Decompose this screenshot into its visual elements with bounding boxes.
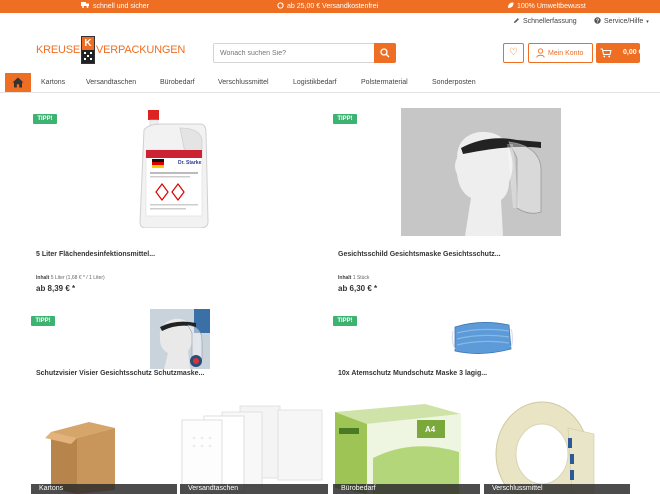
topbar-item-freeshipping: ab 25,00 € Versandkostenfrei: [277, 2, 378, 11]
product-title[interactable]: Gesichtsschild Gesichtsmaske Gesichtssch…: [338, 251, 501, 258]
search-button[interactable]: [374, 43, 396, 63]
tape-image: [495, 401, 595, 494]
category-tile-buerobedarf[interactable]: A4 Bürobedarf: [333, 398, 480, 494]
paper-box-image: A4: [335, 404, 461, 494]
category-label: Kartons: [31, 484, 177, 494]
nav-item-logistikbedarf[interactable]: Logistikbedarf: [293, 79, 337, 86]
tipp-badge: TIPP!: [33, 114, 57, 124]
nav-item-sonderposten[interactable]: Sonderposten: [432, 79, 476, 86]
content-label: Inhalt: [36, 275, 50, 281]
logo[interactable]: KREUSER K VERPACKUNGEN: [36, 36, 185, 68]
heart-icon: ♡: [509, 47, 518, 58]
topbar-text-shipping: schnell und sicher: [93, 2, 150, 10]
cart-button[interactable]: 0,00 € *: [596, 43, 647, 63]
envelope-image: [181, 405, 323, 494]
quick-order-link[interactable]: Schnellerfassung: [513, 17, 577, 26]
refresh-icon: [277, 2, 284, 11]
content-value: 5 Liter (1,68 € * / 1 Liter): [50, 275, 105, 281]
product-image-disinfectant[interactable]: Dr. Starke: [138, 110, 210, 229]
nav-item-polstermaterial[interactable]: Polstermaterial: [361, 79, 408, 86]
cart-icon: [600, 48, 612, 60]
search-box: [213, 43, 396, 63]
logo-text-left: KREUSER: [36, 44, 88, 56]
service-help-label: Service/Hilfe: [604, 18, 644, 25]
wishlist-button[interactable]: ♡: [503, 43, 524, 63]
topbar-text-eco: 100% Umweltbewusst: [517, 3, 586, 10]
product-title[interactable]: Schutzvisier Visier Gesichtsschutz Schut…: [36, 370, 204, 377]
tipp-badge: TIPP!: [31, 316, 55, 326]
nav-item-buerobedarf[interactable]: Bürobedarf: [160, 79, 195, 86]
logo-text-right: VERPACKUNGEN: [96, 44, 186, 56]
svg-text:A4: A4: [425, 425, 436, 434]
user-icon: [536, 48, 545, 60]
topbar-item-eco: 100% Umweltbewusst: [507, 2, 586, 11]
pencil-icon: [513, 17, 520, 26]
product-label-text: Dr. Starke: [178, 160, 202, 166]
tipp-badge: TIPP!: [333, 114, 357, 124]
top-info-bar: schnell und sicher ab 25,00 € Versandkos…: [0, 0, 660, 13]
tipp-badge: TIPP!: [333, 316, 357, 326]
account-label: Mein Konto: [548, 50, 584, 57]
content-label: Inhalt: [338, 275, 352, 281]
quick-order-label: Schnellerfassung: [523, 18, 577, 25]
box-image: [45, 422, 115, 494]
category-label: Bürobedarf: [333, 484, 480, 494]
product-image-masks[interactable]: [451, 313, 514, 361]
logo-k: K: [82, 37, 94, 50]
cart-total: 0,00 € *: [623, 49, 648, 56]
product-title[interactable]: 10x Atemschutz Mundschutz Maske 3 lagig.…: [338, 370, 487, 377]
product-content: Inhalt 1 Stück: [338, 275, 369, 281]
category-label: Versandtaschen: [180, 484, 328, 494]
logo-mark: K: [81, 36, 95, 64]
product-image-face-shield[interactable]: [401, 108, 561, 236]
category-tile-versandtaschen[interactable]: Versandtaschen: [180, 398, 328, 494]
product-content: Inhalt 5 Liter (1,68 € * / 1 Liter): [36, 275, 105, 281]
account-button[interactable]: Mein Konto: [528, 43, 593, 63]
home-button[interactable]: [5, 73, 31, 92]
category-tile-kartons[interactable]: Kartons: [31, 398, 177, 494]
category-label: Verschlussmittel: [484, 484, 630, 494]
help-icon: ?: [594, 17, 601, 26]
search-input[interactable]: [214, 44, 374, 62]
truck-icon: [81, 2, 90, 10]
product-title[interactable]: 5 Liter Flächendesinfektionsmittel...: [36, 251, 155, 258]
product-image-visor[interactable]: [150, 309, 210, 369]
topbar-item-shipping: schnell und sicher: [81, 2, 149, 10]
product-price: ab 6,30 € *: [338, 284, 378, 293]
logo-dice: [82, 50, 94, 63]
service-help-menu[interactable]: ? Service/Hilfe ▾: [594, 17, 649, 26]
category-tile-verschlussmittel[interactable]: Verschlussmittel: [484, 398, 630, 494]
nav-item-versandtaschen[interactable]: Versandtaschen: [86, 79, 136, 86]
content-value: 1 Stück: [352, 275, 370, 281]
product-price: ab 8,39 € *: [36, 284, 76, 293]
main-navigation: Kartons Versandtaschen Bürobedarf Versch…: [0, 72, 660, 93]
leaf-icon: [507, 2, 514, 11]
topbar-text-freeshipping: ab 25,00 € Versandkostenfrei: [287, 3, 379, 10]
chevron-down-icon: ▾: [646, 18, 649, 25]
nav-item-verschlussmittel[interactable]: Verschlussmittel: [218, 79, 269, 86]
nav-item-kartons[interactable]: Kartons: [41, 79, 65, 86]
